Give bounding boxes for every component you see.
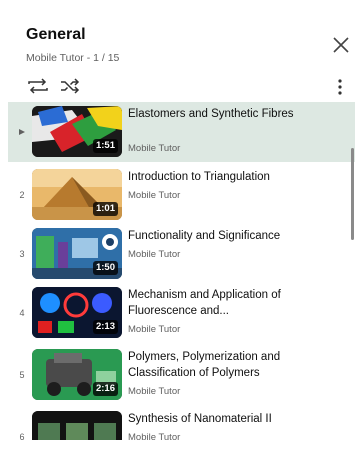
item-index: 6 — [19, 432, 25, 440]
video-channel: Mobile Tutor — [128, 249, 181, 260]
video-channel: Mobile Tutor — [128, 143, 181, 154]
video-channel: Mobile Tutor — [128, 432, 181, 440]
playlist-item[interactable]: 1:51 Elastomers and Synthetic Fibres Mob… — [8, 102, 355, 162]
video-thumbnail: 1:51 — [32, 106, 122, 157]
video-duration: 2:13 — [92, 320, 118, 334]
video-title: Synthesis of Nanomaterial II — [128, 413, 272, 425]
playlist-subtitle: Mobile Tutor - 1 / 15 — [26, 52, 120, 64]
loop-button[interactable] — [26, 76, 50, 96]
video-thumbnail: 1:50 — [32, 228, 122, 279]
close-icon — [333, 37, 349, 53]
video-title: Introduction to Triangulation — [128, 171, 270, 183]
video-title: Elastomers and Synthetic Fibres — [128, 108, 294, 120]
scrollbar[interactable] — [351, 148, 354, 240]
more-vertical-icon — [338, 79, 342, 95]
video-title: Functionality and Significance — [128, 230, 281, 242]
video-duration: 2:16 — [92, 382, 118, 396]
playlist-item[interactable]: 3 1:50 Functionality and Significance Mo… — [8, 224, 355, 284]
video-thumbnail — [32, 411, 122, 440]
video-title: Polymers, Polymerization and Classificat… — [128, 351, 281, 379]
video-thumbnail: 2:16 — [32, 349, 122, 400]
shuffle-button[interactable] — [58, 76, 82, 96]
item-index: 5 — [19, 370, 25, 380]
playlist-header: General Mobile Tutor - 1 / 15 — [8, 10, 355, 102]
playlist-item[interactable]: 2 1:01 Introduction to Triangulation Mob… — [8, 165, 355, 225]
close-button[interactable] — [328, 32, 354, 58]
more-options-button[interactable] — [333, 76, 347, 98]
video-duration: 1:01 — [92, 202, 118, 216]
play-indicator-icon — [19, 129, 25, 135]
playlist-item[interactable]: 4 2:13 Mechanism and Application of Fluo… — [8, 283, 355, 343]
playlist-items: 1:51 Elastomers and Synthetic Fibres Mob… — [8, 102, 355, 440]
item-index: 2 — [19, 190, 25, 200]
playlist-title: General — [26, 26, 86, 43]
playlist-panel: General Mobile Tutor - 1 / 15 1:51 Elast… — [8, 10, 355, 440]
video-title: Mechanism and Application of Fluorescenc… — [128, 289, 281, 317]
video-thumbnail: 1:01 — [32, 169, 122, 220]
video-duration: 1:51 — [92, 139, 118, 153]
video-channel: Mobile Tutor — [128, 386, 181, 397]
item-index: 3 — [19, 249, 25, 259]
playlist-item[interactable]: 5 2:16 Polymers, Polymerization and Clas… — [8, 345, 355, 405]
playlist-item[interactable]: 6 Synthesis of Nanomaterial II Mobile Tu… — [8, 407, 355, 440]
video-channel: Mobile Tutor — [128, 324, 181, 335]
item-index: 4 — [19, 308, 25, 318]
shuffle-icon — [61, 78, 80, 94]
thumbnail-image — [32, 411, 122, 440]
video-duration: 1:50 — [92, 261, 118, 275]
now-playing-indicator — [16, 102, 28, 162]
video-thumbnail: 2:13 — [32, 287, 122, 338]
video-channel: Mobile Tutor — [128, 190, 181, 201]
loop-icon — [28, 78, 48, 94]
